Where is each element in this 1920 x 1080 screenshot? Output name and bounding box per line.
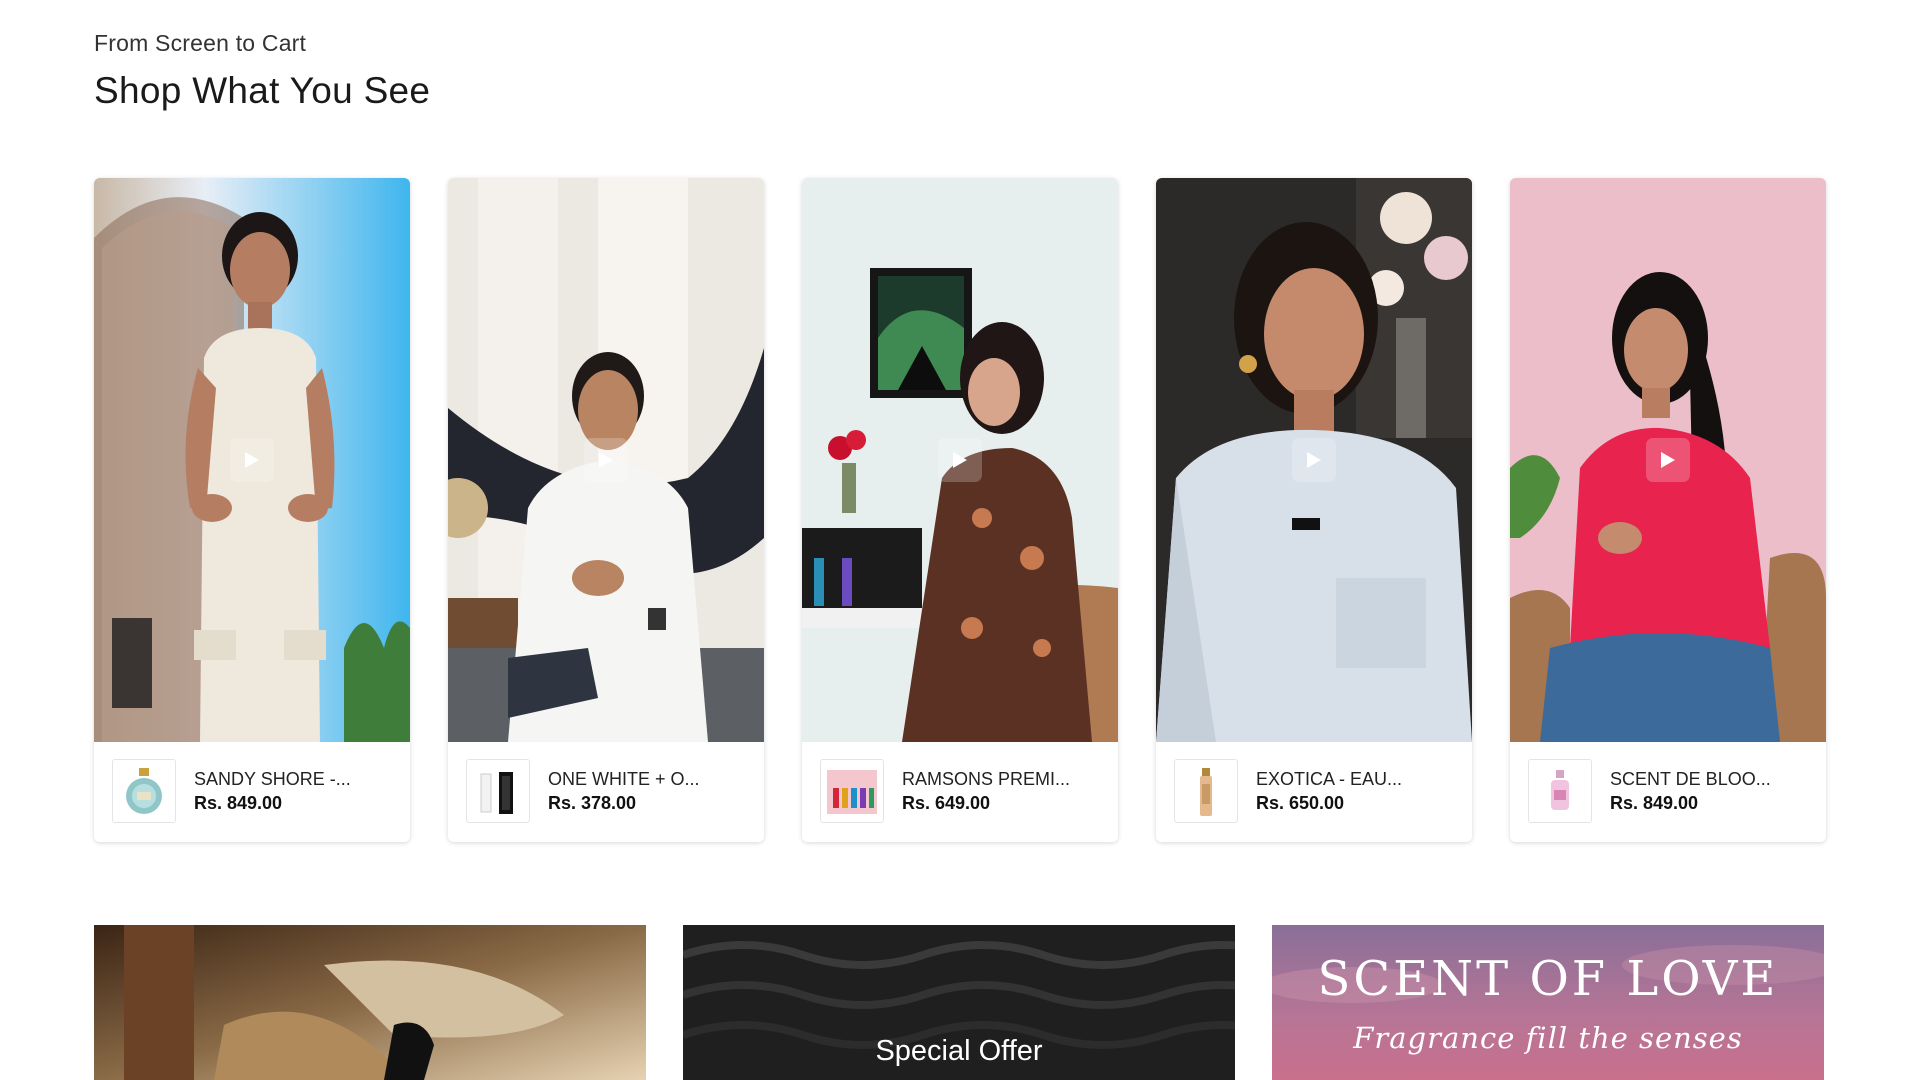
promo-banner-scent-of-love[interactable]: SCENT OF LOVE Fragrance fill the senses [1272, 925, 1824, 1080]
product-price: Rs. 650.00 [1256, 793, 1345, 813]
page: From Screen to Cart Shop What You See SA… [0, 0, 1920, 1080]
play-button[interactable] [1292, 438, 1336, 482]
product-info[interactable]: ONE WHITE + O... Rs. 378.00 [448, 742, 764, 842]
play-icon [1661, 452, 1675, 468]
product-info[interactable]: RAMSONS PREMI... Rs. 649.00 [802, 742, 1118, 842]
video-card-sandy-shore[interactable]: SANDY SHORE -... Rs. 849.00 [94, 178, 410, 842]
banner-perfume-image [94, 925, 646, 1080]
perfume-bottle-image [1200, 768, 1212, 816]
play-button[interactable] [584, 438, 628, 482]
promo-banner-perfume[interactable] [94, 925, 646, 1080]
product-price: Rs. 849.00 [1610, 793, 1699, 813]
product-thumbnail[interactable] [466, 759, 530, 823]
video-thumbnail[interactable] [1156, 178, 1472, 742]
product-name[interactable]: SCENT DE BLOO... [1610, 769, 1771, 790]
product-name[interactable]: RAMSONS PREMI... [902, 769, 1070, 790]
product-name[interactable]: EXOTICA - EAU... [1256, 769, 1402, 790]
section-eyebrow: From Screen to Cart [94, 30, 307, 56]
play-button[interactable] [938, 438, 982, 482]
banner-subheading: Fragrance fill the senses [1353, 1021, 1743, 1055]
perfume-bottle-image [126, 768, 162, 814]
product-price: Rs. 649.00 [902, 793, 991, 813]
product-name[interactable]: ONE WHITE + O... [548, 769, 700, 790]
promo-banner-special-offer[interactable]: Special Offer [683, 925, 1235, 1080]
video-card-exotica[interactable]: EXOTICA - EAU... Rs. 650.00 [1156, 178, 1472, 842]
video-thumbnail[interactable] [94, 178, 410, 742]
shoppable-video-carousel: SANDY SHORE -... Rs. 849.00 ONE WHITE + … [94, 178, 1827, 844]
play-icon [245, 452, 259, 468]
play-button[interactable] [1646, 438, 1690, 482]
product-thumbnail[interactable] [1528, 759, 1592, 823]
product-info[interactable]: EXOTICA - EAU... Rs. 650.00 [1156, 742, 1472, 842]
perfume-bottle-image [1551, 770, 1569, 810]
video-card-one-white[interactable]: ONE WHITE + O... Rs. 378.00 [448, 178, 764, 842]
video-card-scent-de-bloom[interactable]: SCENT DE BLOO... Rs. 849.00 [1510, 178, 1826, 842]
product-price: Rs. 849.00 [194, 793, 283, 813]
video-thumbnail[interactable] [802, 178, 1118, 742]
play-button[interactable] [230, 438, 274, 482]
product-thumbnail[interactable] [1174, 759, 1238, 823]
perfume-gift-set-image [827, 770, 877, 814]
product-info[interactable]: SANDY SHORE -... Rs. 849.00 [94, 742, 410, 842]
video-thumbnail[interactable] [448, 178, 764, 742]
product-thumbnail[interactable] [112, 759, 176, 823]
banner-heading: SCENT OF LOVE [1317, 951, 1779, 1007]
play-icon [1307, 452, 1321, 468]
play-icon [599, 452, 613, 468]
product-price: Rs. 378.00 [548, 793, 637, 813]
perfume-bottle-image [480, 772, 513, 814]
product-thumbnail[interactable] [820, 759, 884, 823]
product-name[interactable]: SANDY SHORE -... [194, 769, 351, 790]
video-card-ramsons-premium[interactable]: RAMSONS PREMI... Rs. 649.00 [802, 178, 1118, 842]
section-title: Shop What You See [94, 70, 431, 111]
video-thumbnail[interactable] [1510, 178, 1826, 742]
play-icon [953, 452, 967, 468]
banner-heading: Special Offer [875, 1035, 1043, 1067]
product-info[interactable]: SCENT DE BLOO... Rs. 849.00 [1510, 742, 1826, 842]
